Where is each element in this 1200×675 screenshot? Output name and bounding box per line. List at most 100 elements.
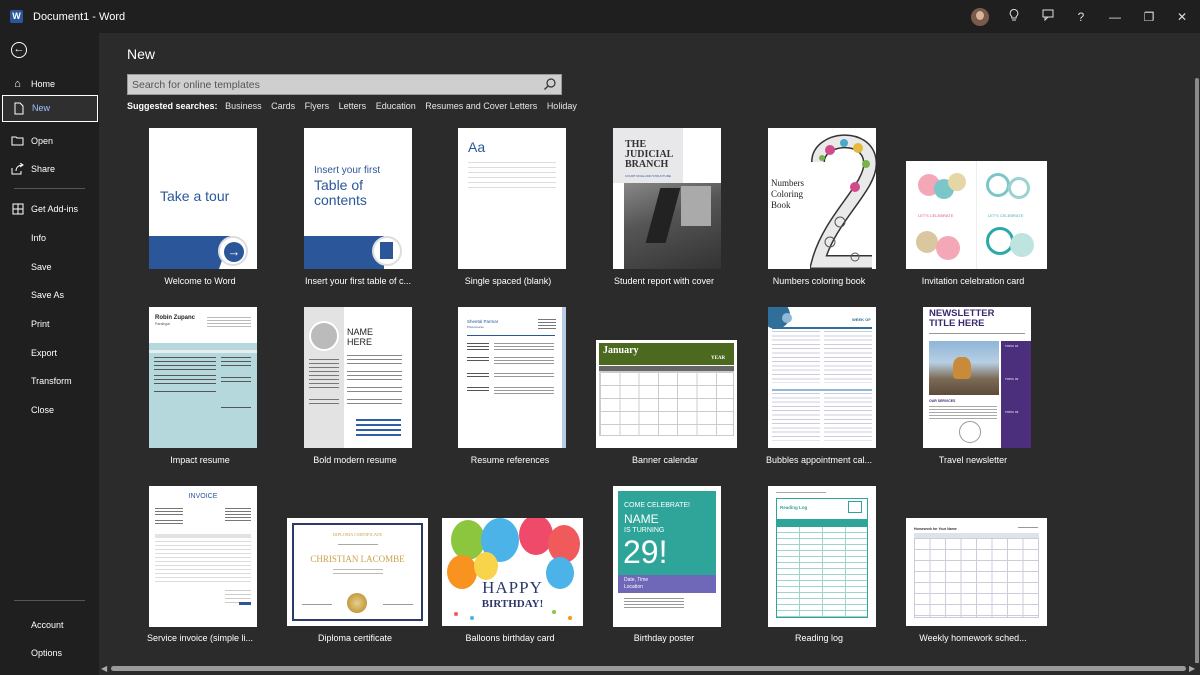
thumbnail-text: COME CELEBRATE! (624, 502, 690, 509)
template-search-box[interactable] (127, 74, 562, 95)
sidebar-divider (14, 188, 85, 189)
template-caption: Invitation celebration card (921, 276, 1025, 286)
sidebar-item-options[interactable]: Options (0, 640, 99, 667)
account-avatar[interactable] (971, 8, 989, 26)
thumbnail-text: 29! (623, 534, 668, 570)
close-button[interactable]: ✕ (1173, 8, 1191, 26)
thumbnail-text: TOPIC 02 (1005, 377, 1019, 381)
sidebar-item-label: Account (31, 620, 64, 630)
template-thumbnail: LET'S CELEBRATE LET'S CELEBRATE (906, 161, 1047, 269)
sidebar-item-transform[interactable]: Transform (0, 368, 99, 395)
new-document-icon (12, 102, 25, 115)
thumbnail-text: BRANCH (625, 159, 669, 170)
page-title: New (127, 46, 156, 62)
suggested-search-education[interactable]: Education (376, 101, 416, 111)
thumbnail-text: Take a tour (160, 188, 230, 204)
thumbnail-text: HAPPY (482, 578, 543, 597)
thumbnail-text: IS TURNING (624, 527, 665, 534)
template-thumbnail: Reading Log (768, 486, 876, 627)
template-caption: Weekly homework sched... (919, 633, 1027, 643)
template-thumbnail: Take a tour → (149, 128, 257, 269)
scroll-right-icon[interactable]: ▶ (1189, 664, 1195, 673)
template-caption: Diploma certificate (317, 633, 393, 643)
template-thumbnail: Homework for Your Name (906, 518, 1047, 626)
sidebar-item-export[interactable]: Export (0, 340, 99, 367)
sidebar-item-label: Open (31, 136, 54, 146)
horizontal-scrollbar[interactable]: ◀ ▶ (99, 663, 1200, 675)
suggested-search-flyers[interactable]: Flyers (305, 101, 330, 111)
arrow-right-icon: → (224, 242, 244, 262)
template-thumbnail: Insert your first Table of contents (304, 128, 412, 269)
template-caption: Bubbles appointment cal... (765, 455, 873, 465)
sidebar-item-share[interactable]: Share (0, 156, 99, 183)
window-title: Document1 - Word (33, 11, 126, 23)
sidebar-item-label: Home (31, 79, 56, 89)
sidebar-item-label: Get Add-ins (31, 204, 79, 214)
template-thumbnail: NAME HERE (304, 307, 412, 448)
sidebar-item-close[interactable]: Close (0, 397, 99, 424)
minimize-button[interactable]: — (1106, 8, 1124, 26)
sidebar-item-get-add-ins[interactable]: Get Add-ins (0, 196, 99, 223)
scroll-left-icon[interactable]: ◀ (101, 664, 107, 673)
back-arrow-icon[interactable]: ← (11, 42, 27, 58)
search-input[interactable] (132, 77, 542, 92)
folder-open-icon (11, 135, 24, 148)
template-caption: Welcome to Word (164, 276, 236, 286)
suggested-search-resumes[interactable]: Resumes and Cover Letters (425, 101, 537, 111)
thumbnail-text: NAME (347, 327, 374, 337)
template-caption: Resume references (470, 455, 550, 465)
template-thumbnail: COME CELEBRATE! NAME IS TURNING 29! Date… (613, 486, 721, 627)
thumbnail-text: DIPLOMA CERTIFICATE (332, 532, 383, 537)
home-icon: ⌂ (14, 78, 21, 90)
thumbnail-text: WEEK OF (852, 317, 871, 322)
sidebar-item-print[interactable]: Print (0, 311, 99, 338)
suggested-searches-label: Suggested searches: (127, 101, 218, 111)
horizontal-scroll-thumb[interactable] (111, 666, 1186, 671)
template-thumbnail: DIPLOMA CERTIFICATE CHRISTIAN LACOMBE (287, 518, 428, 626)
sidebar-item-label: Share (31, 164, 56, 174)
number-two-graphic (810, 134, 876, 269)
vertical-scrollbar[interactable] (1194, 33, 1200, 673)
sidebar-item-new[interactable]: New (2, 95, 98, 122)
sidebar-item-save[interactable]: Save (0, 254, 99, 281)
thumbnail-text: Date, Time (624, 577, 649, 583)
thumbnail-text: TOPIC 01 (1005, 344, 1019, 348)
template-caption: Bold modern resume (313, 455, 397, 465)
template-caption: Birthday poster (633, 633, 695, 643)
search-icon[interactable] (543, 77, 557, 91)
sidebar-item-label: Info (31, 233, 47, 243)
thumbnail-text: Robin Zupanc (155, 315, 195, 321)
thumbnail-text: Aa (468, 139, 486, 155)
sidebar-item-label: Close (31, 405, 55, 415)
restore-button[interactable]: ❐ (1140, 8, 1158, 26)
template-caption: Balloons birthday card (465, 633, 555, 643)
thumbnail-text: Photocourse (467, 325, 484, 329)
sidebar-item-label: Export (31, 348, 58, 358)
sidebar-item-home[interactable]: ⌂ Home (0, 71, 99, 98)
lightbulb-icon[interactable] (1005, 8, 1023, 26)
thumbnail-text: Insert your first (314, 165, 381, 176)
suggested-search-cards[interactable]: Cards (271, 101, 295, 111)
sidebar-divider (14, 600, 85, 601)
suggested-searches: Suggested searches: Business Cards Flyer… (127, 101, 584, 111)
template-caption: Banner calendar (631, 455, 699, 465)
suggested-search-letters[interactable]: Letters (339, 101, 367, 111)
feedback-icon[interactable] (1039, 8, 1057, 26)
thumbnail-text: Numbers (771, 178, 804, 188)
template-thumbnail: Aa (458, 128, 566, 269)
template-caption: Travel newsletter (938, 455, 1008, 465)
suggested-search-business[interactable]: Business (225, 101, 262, 111)
thumbnail-text: Table of (314, 177, 364, 193)
sidebar-item-save-as[interactable]: Save As (0, 282, 99, 309)
sidebar-item-open[interactable]: Open (0, 128, 99, 155)
thumbnail-text: Sheetal Parmar (467, 319, 499, 324)
vertical-scroll-thumb[interactable] (1195, 78, 1199, 673)
document-icon (380, 242, 393, 259)
template-thumbnail: NEWSLETTER TITLE HERE TOPIC 01 TOPIC 02 … (923, 307, 1031, 448)
thumbnail-text: TOPIC 03 (1005, 410, 1019, 414)
sidebar-item-account[interactable]: Account (0, 612, 99, 639)
suggested-search-holiday[interactable]: Holiday (547, 101, 577, 111)
thumbnail-text: LET'S CELEBRATE (918, 213, 954, 218)
sidebar-item-info[interactable]: Info (0, 225, 99, 252)
help-button[interactable]: ? (1072, 8, 1090, 26)
